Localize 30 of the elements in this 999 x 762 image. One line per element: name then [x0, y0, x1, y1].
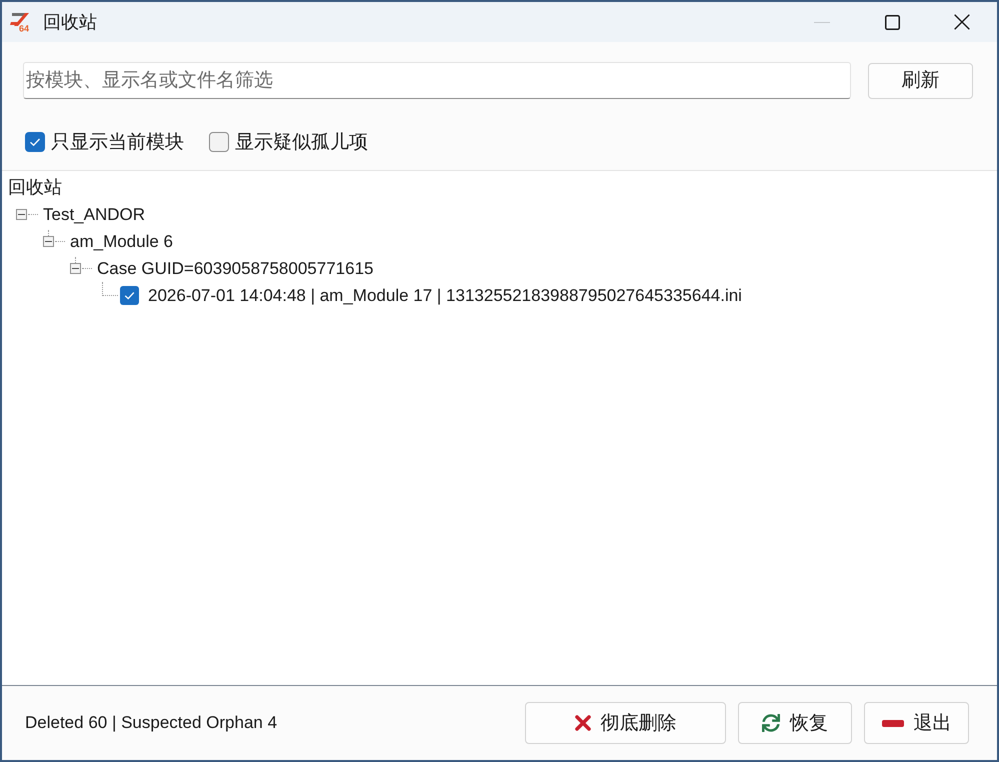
tree-connector-line — [28, 214, 38, 215]
checkbox-label: 显示疑似孤儿项 — [235, 132, 368, 152]
restore-button[interactable]: 恢复 — [738, 702, 852, 744]
minus-icon — [45, 238, 52, 245]
tree-connector-line — [55, 241, 65, 242]
collapse-button[interactable] — [43, 236, 54, 247]
tree-node-label[interactable]: Test_ANDOR — [43, 206, 146, 223]
collapse-button[interactable] — [70, 263, 81, 274]
minus-icon — [882, 720, 904, 726]
minus-icon — [72, 265, 79, 272]
delete-button[interactable]: 彻底删除 — [525, 702, 726, 744]
checkbox-unchecked[interactable] — [209, 132, 229, 152]
status-summary: Deleted 60 | Suspected Orphan 4 — [25, 712, 278, 734]
collapse-button[interactable] — [16, 209, 27, 220]
filter-field[interactable]: 按模块、显示名或文件名筛选 — [23, 62, 851, 99]
checkbox-checked[interactable] — [120, 286, 139, 305]
window-title: 回收站 — [43, 13, 97, 31]
tree-connector-line — [102, 282, 118, 296]
tree-item-label[interactable]: 2026-07-01 14:04:48 | am_Module 17 | 13132552183988795027645335644.ini — [148, 287, 742, 304]
tree-node-label[interactable]: am_Module 6 — [70, 233, 174, 250]
tree-root-label: 回收站 — [8, 178, 62, 196]
refresh-arrows-icon — [762, 714, 780, 732]
cross-icon — [574, 715, 590, 731]
minus-icon — [18, 211, 25, 218]
refresh-button[interactable]: 刷新 — [868, 62, 973, 98]
checkbox-checked[interactable] — [25, 132, 45, 152]
tree-node-label[interactable]: Case GUID=6039058758005771615 — [97, 260, 374, 277]
tree-connector-line — [82, 268, 92, 269]
exit-button[interactable]: 退出 — [864, 702, 969, 744]
checkbox-label: 只显示当前模块 — [51, 132, 184, 152]
